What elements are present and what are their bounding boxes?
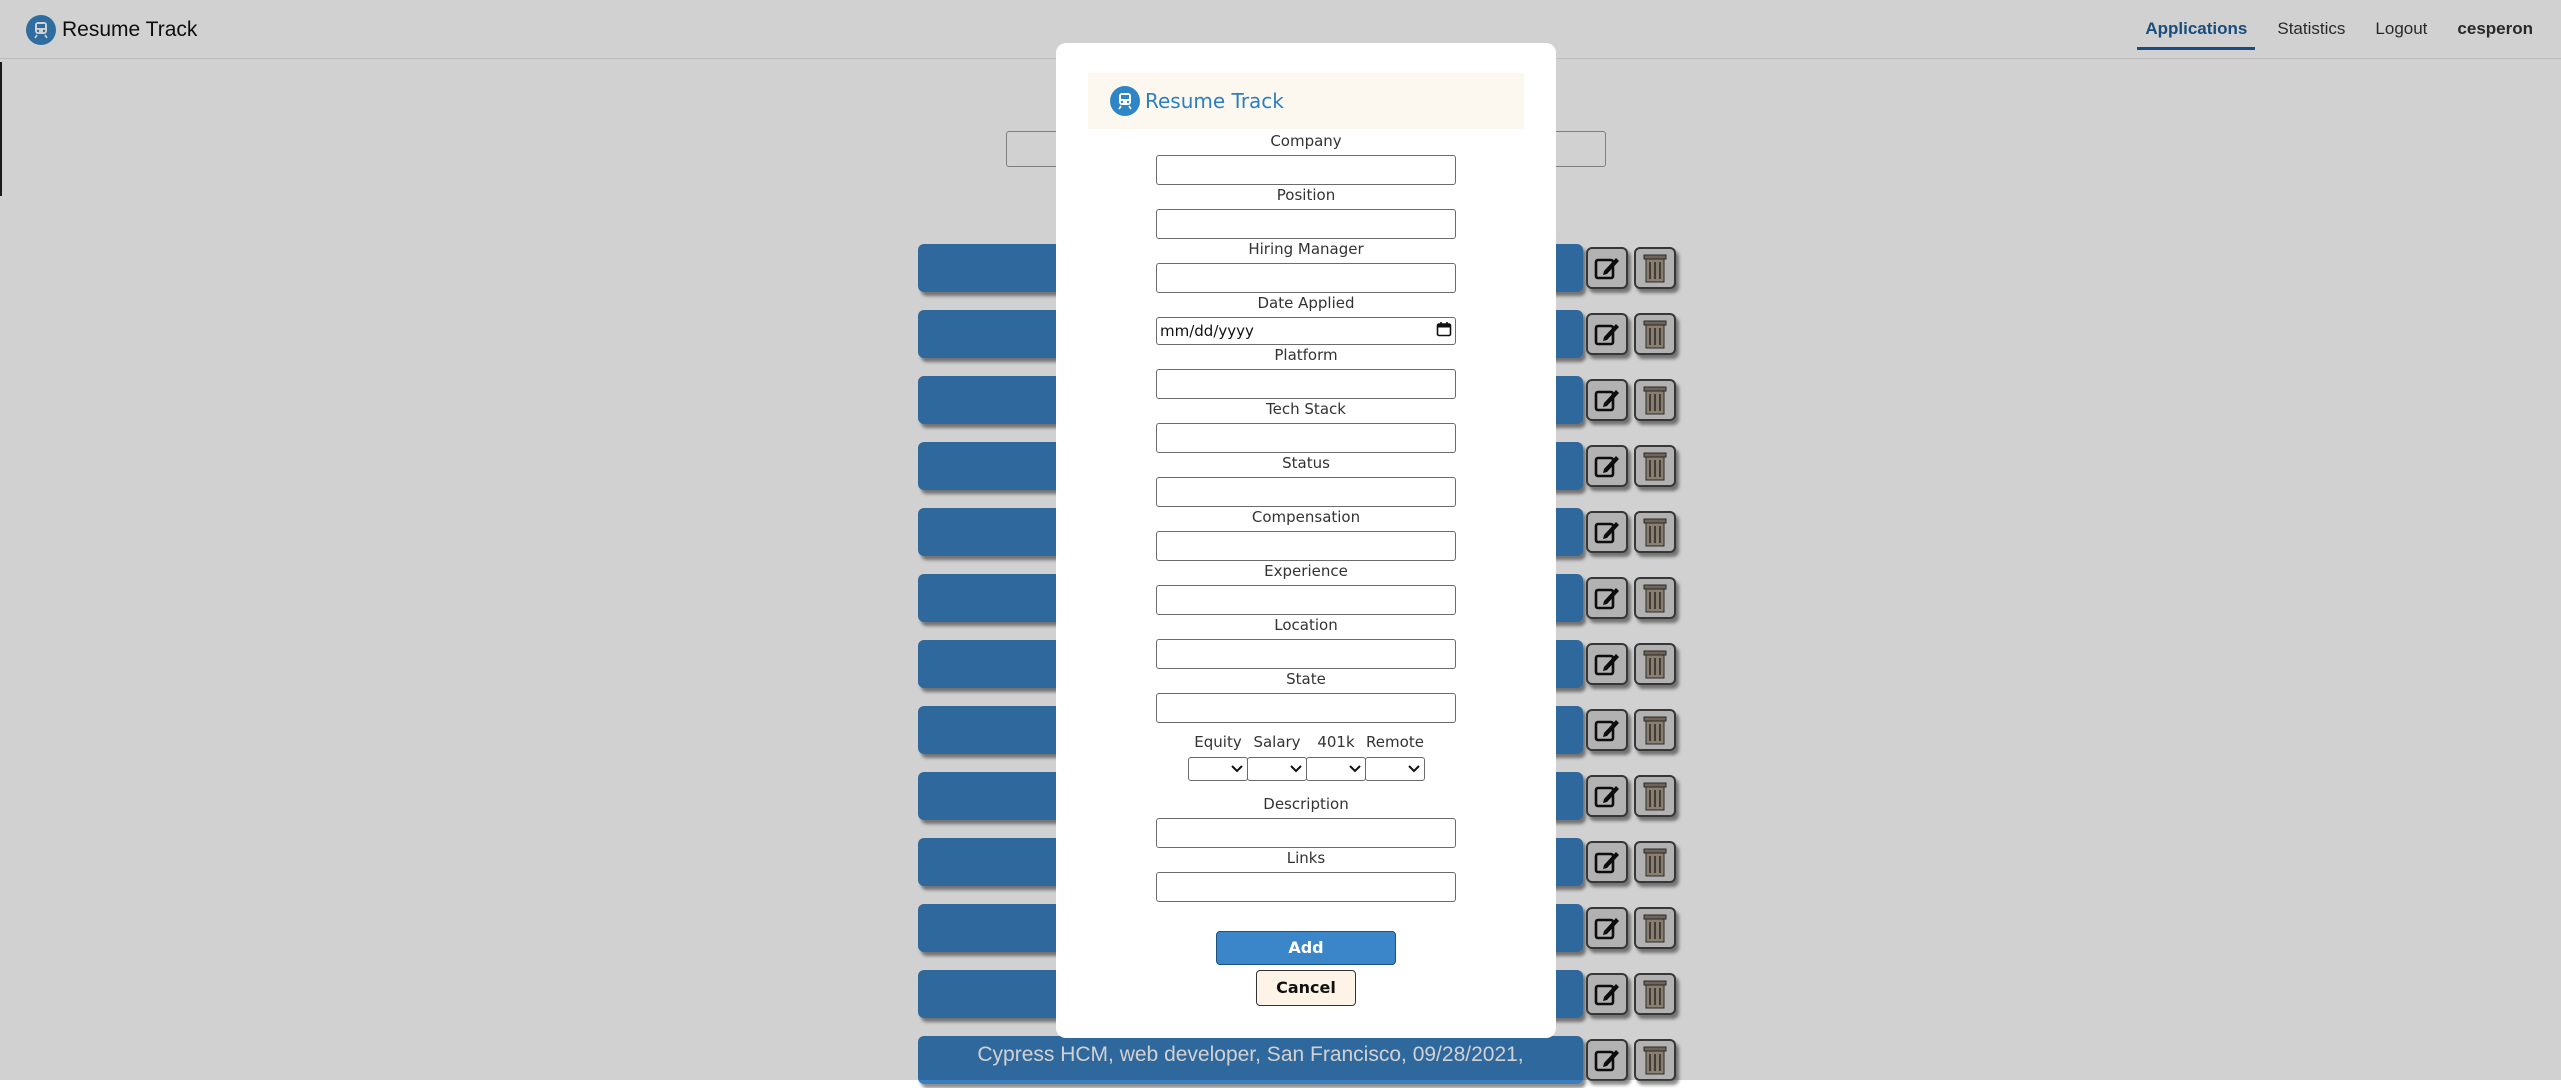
location-field[interactable]	[1156, 639, 1456, 669]
tech-stack-field[interactable]	[1156, 423, 1456, 453]
salary-toggle: Salary	[1247, 733, 1307, 783]
hiring-manager-label: Hiring Manager	[1248, 240, 1364, 258]
links-field[interactable]	[1156, 872, 1456, 902]
remote-select[interactable]	[1365, 757, 1425, 781]
location-label: Location	[1274, 616, 1338, 634]
platform-field[interactable]	[1156, 369, 1456, 399]
experience-field[interactable]	[1156, 585, 1456, 615]
401k-toggle: 401k	[1306, 733, 1366, 783]
position-field[interactable]	[1156, 209, 1456, 239]
equity-toggle: Equity	[1188, 733, 1248, 783]
train-logo-icon	[1110, 86, 1140, 116]
modal-title: Resume Track	[1145, 89, 1284, 113]
tech-stack-label: Tech Stack	[1266, 400, 1346, 418]
description-field[interactable]	[1156, 818, 1456, 848]
status-label: Status	[1282, 454, 1330, 472]
status-field[interactable]	[1156, 477, 1456, 507]
platform-label: Platform	[1274, 346, 1338, 364]
401k-label: 401k	[1317, 733, 1355, 751]
state-label: State	[1286, 670, 1326, 688]
cancel-button[interactable]: Cancel	[1256, 970, 1356, 1006]
calendar-icon[interactable]	[1436, 321, 1452, 341]
state-field[interactable]	[1156, 693, 1456, 723]
remote-toggle: Remote	[1365, 733, 1425, 783]
date-placeholder: mm/dd/yyyy	[1160, 322, 1254, 340]
company-field[interactable]	[1156, 155, 1456, 185]
equity-select[interactable]	[1188, 757, 1248, 781]
add-button[interactable]: Add	[1216, 931, 1396, 965]
401k-select[interactable]	[1306, 757, 1366, 781]
benefit-toggles: Equity Salary 401k Remote	[1188, 733, 1428, 783]
modal-header: Resume Track	[1088, 73, 1524, 129]
company-label: Company	[1270, 132, 1342, 150]
chevron-down-icon	[1231, 765, 1243, 773]
chevron-down-icon	[1290, 765, 1302, 773]
equity-label: Equity	[1194, 733, 1242, 751]
salary-label: Salary	[1253, 733, 1301, 751]
chevron-down-icon	[1349, 765, 1361, 773]
remote-label: Remote	[1366, 733, 1424, 751]
position-label: Position	[1276, 186, 1336, 204]
chevron-down-icon	[1408, 765, 1420, 773]
experience-label: Experience	[1264, 562, 1348, 580]
salary-select[interactable]	[1247, 757, 1307, 781]
date-applied-label: Date Applied	[1257, 294, 1355, 312]
add-application-modal: Resume Track Company Position Hiring Man…	[1056, 43, 1556, 1038]
date-applied-field[interactable]: mm/dd/yyyy	[1156, 317, 1456, 345]
compensation-field[interactable]	[1156, 531, 1456, 561]
description-label: Description	[1263, 795, 1349, 813]
compensation-label: Compensation	[1251, 508, 1361, 526]
hiring-manager-field[interactable]	[1156, 263, 1456, 293]
links-label: Links	[1286, 849, 1326, 867]
